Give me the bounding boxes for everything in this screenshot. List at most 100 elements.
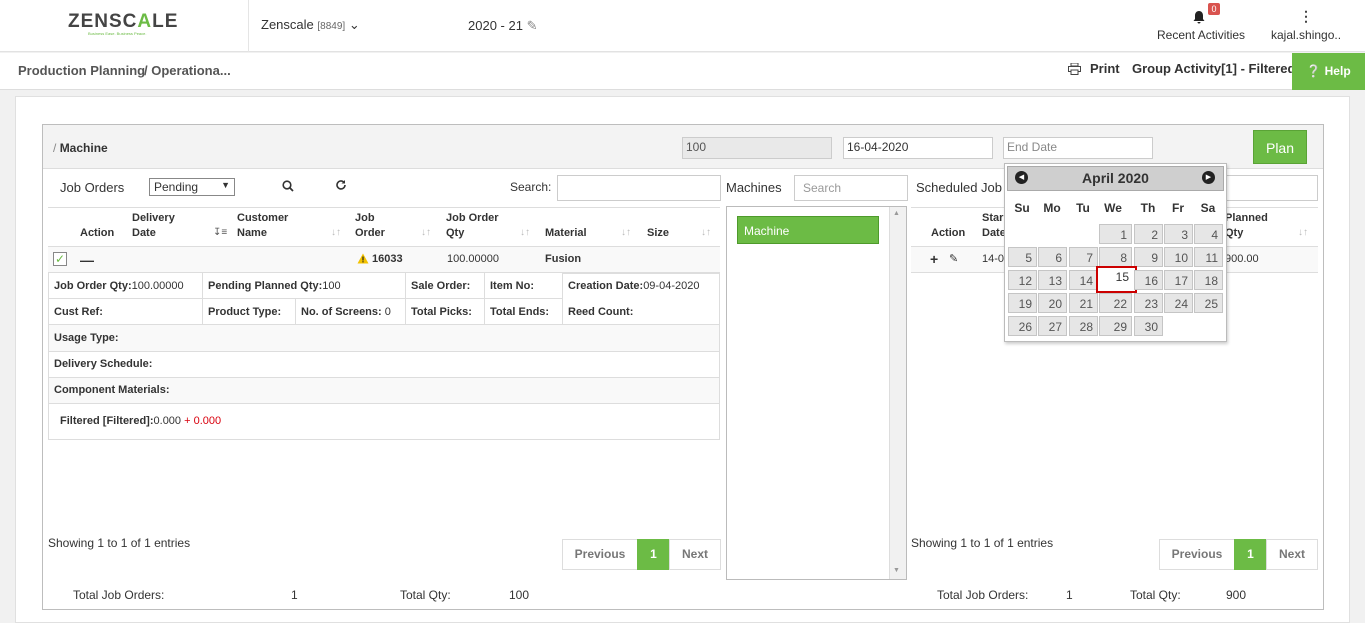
start-date-field[interactable]: 16-04-2020 bbox=[843, 137, 993, 159]
machine-item[interactable]: Machine bbox=[737, 216, 879, 244]
col-start-date[interactable]: Star bbox=[982, 211, 1003, 226]
sort-icon[interactable]: ↓↑ bbox=[421, 227, 431, 238]
help-button[interactable]: ❔ Help bbox=[1292, 53, 1365, 90]
col-job-order-qty[interactable]: Job Order Qty bbox=[446, 211, 506, 241]
add-icon[interactable]: + bbox=[930, 251, 938, 267]
calendar-day-5[interactable]: 5 bbox=[1008, 247, 1037, 267]
calendar-day-26[interactable]: 26 bbox=[1008, 316, 1037, 336]
calendar-day-17[interactable]: 17 bbox=[1164, 270, 1193, 290]
col-job-order[interactable]: Job Order bbox=[355, 211, 395, 241]
breadcrumb-production-planning[interactable]: Production Planning bbox=[18, 63, 145, 78]
machines-title: Machines bbox=[726, 180, 782, 195]
calendar-day-8[interactable]: 8 bbox=[1099, 247, 1132, 267]
status-select[interactable]: Pending ▼ bbox=[149, 178, 235, 196]
prev-month-icon[interactable]: ◀ bbox=[1015, 171, 1028, 184]
calendar-day-4[interactable]: 4 bbox=[1194, 224, 1223, 244]
previous-page-button[interactable]: Previous bbox=[562, 539, 638, 570]
calendar-day-10[interactable]: 10 bbox=[1164, 247, 1193, 267]
next-page-button[interactable]: Next bbox=[1266, 539, 1318, 570]
scroll-up-icon[interactable]: ▲ bbox=[893, 210, 900, 217]
calendar-day-25[interactable]: 25 bbox=[1194, 293, 1223, 313]
previous-page-button[interactable]: Previous bbox=[1159, 539, 1235, 570]
calendar-day-30[interactable]: 30 bbox=[1134, 316, 1163, 336]
next-page-button[interactable]: Next bbox=[669, 539, 721, 570]
refresh-icon[interactable] bbox=[335, 179, 347, 191]
calendar-day-18[interactable]: 18 bbox=[1194, 270, 1223, 290]
col-size[interactable]: Size bbox=[647, 226, 669, 241]
calendar-day-28[interactable]: 28 bbox=[1069, 316, 1098, 336]
quantity-field[interactable]: 100 bbox=[682, 137, 832, 159]
scroll-down-icon[interactable]: ▼ bbox=[893, 567, 900, 574]
bell-icon[interactable] bbox=[1192, 10, 1206, 24]
recent-activities-link[interactable]: Recent Activities bbox=[1157, 28, 1245, 42]
scheduled-search-input[interactable] bbox=[1223, 175, 1318, 201]
detail-row bbox=[48, 324, 720, 352]
edit-icon[interactable]: ✎ bbox=[949, 252, 958, 265]
col-action[interactable]: Action bbox=[931, 226, 965, 241]
sort-icon[interactable]: ↓↑ bbox=[331, 227, 341, 238]
total-qty-label: Total Qty: bbox=[400, 588, 451, 602]
fiscal-year[interactable]: 2020 - 21 ✎ bbox=[468, 18, 537, 34]
calendar-day-20[interactable]: 20 bbox=[1038, 293, 1067, 313]
sort-desc-icon[interactable]: ↧≡ bbox=[213, 227, 227, 238]
col-start-date-2[interactable]: Date bbox=[982, 226, 1006, 241]
next-month-icon[interactable]: ▶ bbox=[1202, 171, 1215, 184]
breadcrumb-operational[interactable]: / Operationa... bbox=[144, 63, 231, 78]
col-delivery-date[interactable]: Delivery Date bbox=[132, 211, 182, 241]
total-job-orders-value: 1 bbox=[1066, 588, 1073, 602]
col-customer-name[interactable]: Customer Name bbox=[237, 211, 297, 241]
page-1-button[interactable]: 1 bbox=[1234, 539, 1267, 570]
print-icon[interactable] bbox=[1068, 63, 1081, 75]
weekday-tu: Tu bbox=[1076, 201, 1090, 215]
scrollbar[interactable] bbox=[889, 207, 906, 579]
calendar-day-6[interactable]: 6 bbox=[1038, 247, 1067, 267]
weekday-sa: Sa bbox=[1200, 201, 1216, 215]
caret-down-icon: ▼ bbox=[221, 180, 230, 190]
calendar-day-3[interactable]: 3 bbox=[1164, 224, 1193, 244]
col-planned-qty-2[interactable]: Qty bbox=[1225, 226, 1243, 241]
calendar-day-29[interactable]: 29 bbox=[1099, 316, 1132, 336]
edit-icon[interactable]: ✎ bbox=[527, 18, 538, 33]
user-menu[interactable]: kajal.shingo.. bbox=[1271, 28, 1341, 42]
calendar-day-22[interactable]: 22 bbox=[1099, 293, 1132, 313]
table-info: Showing 1 to 1 of 1 entries bbox=[48, 536, 191, 550]
sort-icon[interactable]: ↓↑ bbox=[520, 227, 530, 238]
sort-icon[interactable]: ↓↑ bbox=[1298, 227, 1308, 238]
collapse-icon[interactable]: — bbox=[80, 252, 94, 268]
calendar-day-9[interactable]: 9 bbox=[1134, 247, 1163, 267]
page-1-button[interactable]: 1 bbox=[637, 539, 670, 570]
job-orders-search-input[interactable] bbox=[557, 175, 721, 201]
sort-icon[interactable]: ↓↑ bbox=[621, 227, 631, 238]
row-checkbox[interactable]: ✓ bbox=[53, 252, 67, 266]
group-activity-link[interactable]: Group Activity[1] - Filtered bbox=[1132, 61, 1295, 76]
search-icon[interactable] bbox=[282, 180, 294, 192]
company-selector[interactable]: Zenscale [8849] ⌄ bbox=[261, 17, 360, 33]
col-planned-qty[interactable]: Planned bbox=[1225, 211, 1268, 226]
job-order-number[interactable]: 16033 bbox=[372, 253, 403, 265]
calendar-day-16[interactable]: 16 bbox=[1134, 270, 1163, 290]
calendar-day-15[interactable]: 15 bbox=[1096, 266, 1137, 293]
machines-search-input[interactable]: Search bbox=[794, 175, 908, 201]
calendar-day-7[interactable]: 7 bbox=[1069, 247, 1098, 267]
calendar-day-21[interactable]: 21 bbox=[1069, 293, 1098, 313]
calendar-day-12[interactable]: 12 bbox=[1008, 270, 1037, 290]
end-date-field[interactable]: End Date bbox=[1003, 137, 1153, 159]
col-action[interactable]: Action bbox=[80, 226, 114, 241]
calendar-day-2[interactable]: 2 bbox=[1134, 224, 1163, 244]
print-button[interactable]: Print bbox=[1090, 61, 1120, 76]
calendar-day-23[interactable]: 23 bbox=[1134, 293, 1163, 313]
detail-jo-qty: Job Order Qty:100.00000 bbox=[54, 280, 184, 292]
job-orders-title: Job Orders bbox=[60, 180, 125, 195]
calendar-day-14[interactable]: 14 bbox=[1069, 270, 1098, 290]
detail-pending-qty: Pending Planned Qty:100 bbox=[208, 280, 341, 292]
calendar-day-1[interactable]: 1 bbox=[1099, 224, 1132, 244]
calendar-day-24[interactable]: 24 bbox=[1164, 293, 1193, 313]
calendar-day-11[interactable]: 11 bbox=[1194, 247, 1223, 267]
calendar-day-19[interactable]: 19 bbox=[1008, 293, 1037, 313]
calendar-day-13[interactable]: 13 bbox=[1038, 270, 1067, 290]
col-material[interactable]: Material bbox=[545, 226, 587, 241]
plan-button[interactable]: Plan bbox=[1253, 130, 1307, 164]
more-vertical-icon[interactable]: ⋮ bbox=[1299, 8, 1313, 25]
calendar-day-27[interactable]: 27 bbox=[1038, 316, 1067, 336]
sort-icon[interactable]: ↓↑ bbox=[701, 227, 711, 238]
